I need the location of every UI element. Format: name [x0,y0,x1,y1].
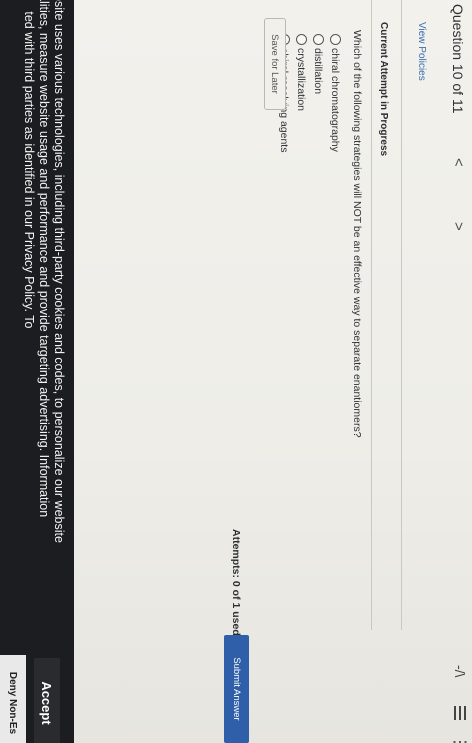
view-policies-link[interactable]: View Policies [416,22,427,81]
deny-cookies-button[interactable]: Deny Non-Es [0,655,26,743]
divider [401,0,402,630]
chevron-left-icon[interactable]: < [450,158,467,167]
attempts-counter: Attempts: 0 of 1 used [230,529,242,636]
accept-cookies-button[interactable]: Accept [34,658,60,743]
menu-icon[interactable] [451,706,466,720]
answer-option[interactable]: chiral chromatography [327,34,344,152]
save-for-later-button[interactable]: Save for Later [264,18,286,110]
more-icon[interactable]: ⋮ [450,734,470,743]
quiz-screen: Question 10 of 11 < > -/\ ⋮ View Policie… [0,0,472,743]
submit-answer-button[interactable]: Submit Answer [224,635,249,743]
cookie-text: osite uses various technologies, includi… [21,0,66,634]
radio-button[interactable] [330,34,341,45]
question-text: Which of the following strategies will N… [351,30,363,438]
cookie-text-line: alities, measure website usage and perfo… [37,0,51,518]
question-counter: Question 10 of 11 [450,4,466,114]
cookie-banner: osite uses various technologies, includi… [0,0,74,743]
cookie-text-line: osite uses various technologies, includi… [52,0,66,543]
answer-list: chiral chromatography distillation cryst… [276,34,344,152]
divider [371,0,372,630]
radio-button[interactable] [313,34,324,45]
answer-label: distillation [312,48,325,95]
answer-label: crystallization [295,48,308,112]
chevron-right-icon[interactable]: > [450,222,467,231]
radio-button[interactable] [296,34,307,45]
answer-option[interactable]: distillation [310,34,327,152]
attempt-status: Current Attempt in Progress [378,22,389,157]
answer-option[interactable]: crystallization [293,34,310,152]
answer-label: chiral chromatography [329,48,342,152]
question-nav: Question 10 of 11 < > -/\ ⋮ [432,0,472,743]
top-right-glyph: -/\ [452,665,468,678]
cookie-text-line: ted with third parties as identified in … [22,0,36,329]
